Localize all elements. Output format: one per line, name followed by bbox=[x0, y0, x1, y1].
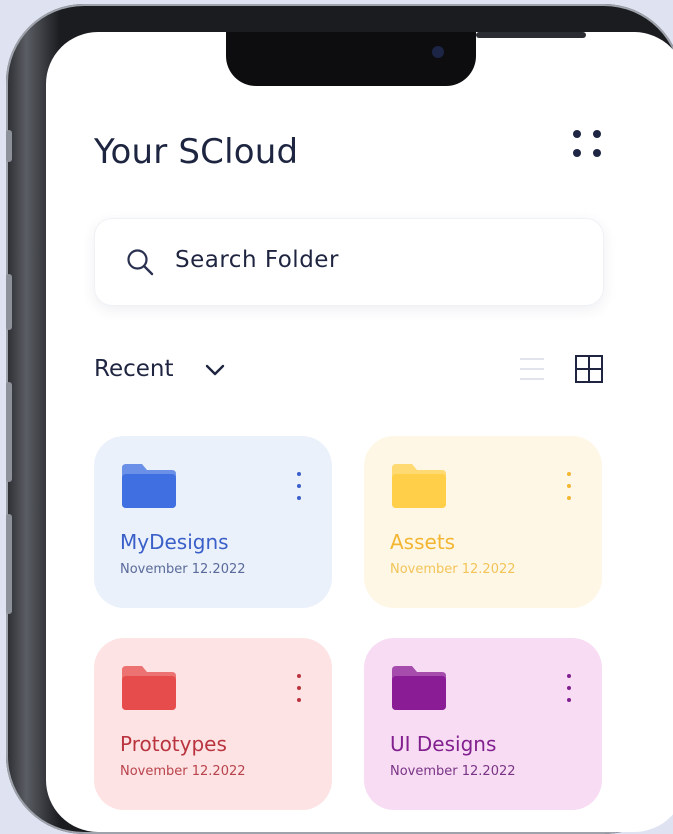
chevron-down-icon[interactable] bbox=[204, 359, 226, 381]
folder-icon bbox=[122, 464, 176, 508]
app-screen: Your SCloud Search Folder Recent MyDesig… bbox=[46, 32, 673, 832]
folder-card-mydesigns[interactable]: MyDesigns November 12.2022 bbox=[94, 436, 332, 608]
dot-icon bbox=[573, 149, 581, 157]
more-options-icon[interactable] bbox=[296, 674, 302, 704]
folder-date: November 12.2022 bbox=[390, 562, 516, 577]
grid-menu-button[interactable] bbox=[571, 128, 605, 160]
dot-icon bbox=[573, 130, 581, 138]
search-placeholder: Search Folder bbox=[175, 247, 339, 273]
folder-date: November 12.2022 bbox=[390, 764, 516, 779]
more-options-icon[interactable] bbox=[296, 472, 302, 502]
front-camera bbox=[432, 46, 444, 58]
volume-down-button bbox=[6, 382, 12, 482]
more-options-icon[interactable] bbox=[566, 472, 572, 502]
more-options-icon[interactable] bbox=[566, 674, 572, 704]
notch bbox=[226, 32, 586, 86]
folder-icon bbox=[392, 666, 446, 710]
page-title: Your SCloud bbox=[94, 132, 299, 172]
folder-name: Assets bbox=[390, 530, 456, 554]
folder-card-assets[interactable]: Assets November 12.2022 bbox=[364, 436, 602, 608]
folder-card-ui-designs[interactable]: UI Designs November 12.2022 bbox=[364, 638, 602, 810]
mute-switch bbox=[6, 130, 12, 162]
folder-card-prototypes[interactable]: Prototypes November 12.2022 bbox=[94, 638, 332, 810]
dot-icon bbox=[593, 130, 601, 138]
folder-name: Prototypes bbox=[120, 732, 227, 756]
folder-date: November 12.2022 bbox=[120, 764, 246, 779]
side-button bbox=[6, 514, 12, 614]
list-view-icon[interactable] bbox=[518, 354, 546, 384]
recent-filter-label[interactable]: Recent bbox=[94, 356, 174, 382]
search-icon bbox=[127, 249, 154, 276]
folder-icon bbox=[392, 464, 446, 508]
folder-name: UI Designs bbox=[390, 732, 497, 756]
speaker bbox=[476, 32, 586, 38]
folder-icon bbox=[122, 666, 176, 710]
search-folder-field[interactable]: Search Folder bbox=[94, 218, 604, 306]
volume-up-button bbox=[6, 274, 12, 330]
folder-name: MyDesigns bbox=[120, 530, 229, 554]
dot-icon bbox=[593, 149, 601, 157]
grid-view-icon[interactable] bbox=[574, 354, 604, 384]
folder-date: November 12.2022 bbox=[120, 562, 246, 577]
